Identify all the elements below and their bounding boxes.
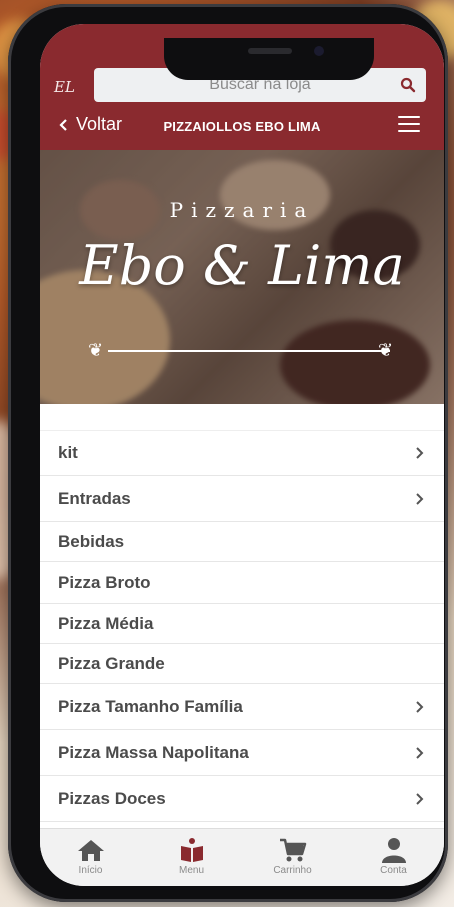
category-label: Entradas: [58, 488, 131, 508]
category-label: Pizza Broto: [58, 572, 151, 592]
list-item[interactable]: kit: [40, 430, 444, 476]
bottom-nav: Início Menu Carrinho Conta: [40, 828, 444, 886]
nav-home[interactable]: Início: [40, 829, 141, 886]
list-item[interactable]: Pizza Tamanho Família: [40, 684, 444, 730]
nav-cart[interactable]: Carrinho: [242, 829, 343, 886]
app-screen: EL Buscar na loja Voltar PIZZAIOLLOS EBO…: [40, 24, 444, 886]
nav-label: Conta: [380, 865, 407, 876]
leaf-left-icon: ❦: [88, 340, 104, 360]
hamburger-menu-icon[interactable]: [398, 116, 420, 132]
cart-icon: [279, 838, 306, 862]
list-item[interactable]: Pizza Grande: [40, 644, 444, 684]
store-logo[interactable]: EL: [54, 78, 75, 96]
phone-frame: EL Buscar na loja Voltar PIZZAIOLLOS EBO…: [8, 4, 448, 902]
chevron-right-icon: [416, 492, 424, 505]
chevron-right-icon: [416, 447, 424, 459]
chevron-right-icon: [416, 700, 424, 713]
search-icon[interactable]: [400, 77, 416, 93]
page-title: PIZZAIOLLOS EBO LIMA: [163, 119, 321, 134]
hero-subtitle: Pizzaria: [169, 198, 315, 222]
user-icon: [381, 838, 406, 863]
category-label: Pizzas Doces: [58, 788, 166, 808]
nav-account[interactable]: Conta: [343, 829, 444, 886]
category-label: Pizza Tamanho Família: [58, 696, 243, 716]
nav-menu[interactable]: Menu: [141, 829, 242, 886]
category-label: Bebidas: [58, 531, 125, 551]
home-icon: [77, 840, 104, 861]
phone-notch: [164, 38, 374, 80]
category-label: Pizza Massa Napolitana: [58, 742, 249, 762]
hero-divider: [108, 350, 390, 352]
list-item[interactable]: Entradas: [40, 476, 444, 522]
nav-label: Menu: [178, 865, 204, 876]
category-list: kit Entradas Bebidas Pizza Broto Pizza M…: [40, 404, 444, 828]
category-label: Pizza Média: [58, 613, 154, 633]
list-item[interactable]: Bebidas: [40, 522, 444, 562]
list-item[interactable]: Pizza Broto: [40, 562, 444, 604]
list-item[interactable]: Pizza Média: [40, 604, 444, 644]
leaf-right-icon: ❦: [378, 340, 394, 360]
chevron-right-icon: [416, 746, 424, 759]
nav-label: Início: [78, 865, 103, 876]
category-label: Pizza Grande: [58, 653, 165, 673]
hero-title: Ebo & Lima: [79, 234, 405, 297]
list-item[interactable]: Pizzas Doces: [40, 776, 444, 822]
hero-banner: Pizzaria Ebo & Lima ❦ ❦: [40, 150, 444, 404]
nav-label: Carrinho: [273, 865, 312, 876]
menu-book-icon: [180, 838, 203, 862]
chevron-right-icon: [416, 792, 424, 805]
list-item[interactable]: Pizza Massa Napolitana: [40, 730, 444, 776]
category-label: kit: [58, 443, 78, 462]
